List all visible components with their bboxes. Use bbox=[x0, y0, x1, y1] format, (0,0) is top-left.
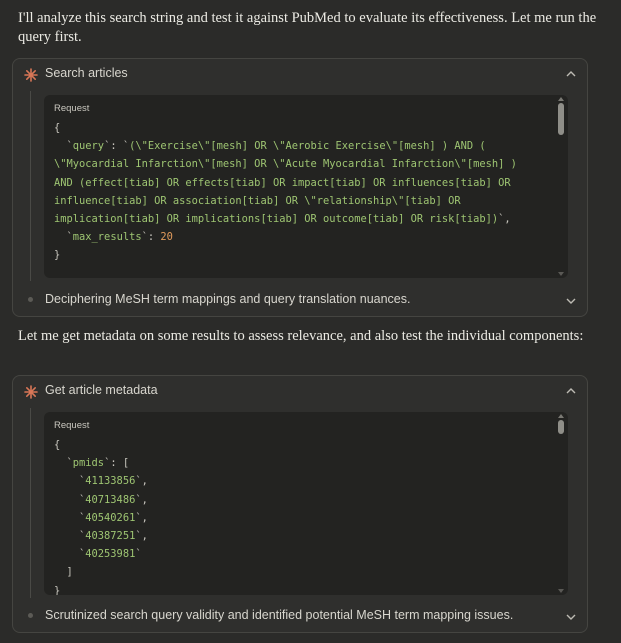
step-dot bbox=[28, 613, 33, 618]
request-box: Request { `query`: `(\"Exercise\"[mesh] … bbox=[44, 95, 568, 278]
thinking-summary-text: Deciphering MeSH term mappings and query… bbox=[45, 292, 411, 306]
max-results-value: 20 bbox=[160, 231, 173, 244]
request-code: { `query`: `(\"Exercise\"[mesh] OR \"Aer… bbox=[54, 122, 517, 262]
chevron-down-icon[interactable] bbox=[565, 295, 577, 307]
tool-title: Get article metadata bbox=[45, 383, 158, 397]
pmid-value: 40713486 bbox=[85, 493, 136, 506]
query-line: \"Myocardial Infarction\"[mesh] OR \"Acu… bbox=[54, 158, 517, 171]
pmid-value: 40540261 bbox=[85, 511, 136, 524]
scroll-thumb[interactable] bbox=[558, 420, 564, 434]
pmid-value: 40253981 bbox=[85, 548, 136, 561]
thinking-summary-1[interactable]: Deciphering MeSH term mappings and query… bbox=[13, 284, 587, 316]
timeline-rail bbox=[30, 91, 31, 281]
query-key: query bbox=[72, 140, 105, 153]
query-line: influence[tiab] OR association[tiab] OR … bbox=[54, 194, 461, 207]
tool-header-article-metadata[interactable]: Get article metadata bbox=[13, 376, 587, 408]
scroll-down-icon[interactable] bbox=[558, 589, 564, 593]
tool-header-search-articles[interactable]: Search articles bbox=[13, 59, 587, 91]
scroll-up-icon[interactable] bbox=[558, 414, 564, 418]
scroll-down-icon[interactable] bbox=[558, 272, 564, 276]
code-scrollbar[interactable] bbox=[558, 412, 564, 595]
scroll-up-icon[interactable] bbox=[558, 97, 564, 101]
tool-card-article-metadata: Get article metadata Request { `pmids`: … bbox=[12, 375, 588, 633]
request-box: Request { `pmids`: [ `41133856`, `407134… bbox=[44, 412, 568, 595]
chevron-up-icon[interactable] bbox=[565, 68, 577, 80]
pmids-key: pmids bbox=[72, 457, 105, 470]
request-label: Request bbox=[54, 103, 90, 114]
query-line: (\"Exercise\"[mesh] OR \"Aerobic Exercis… bbox=[129, 140, 486, 153]
timeline-rail bbox=[30, 408, 31, 598]
scroll-thumb[interactable] bbox=[558, 103, 564, 135]
pmid-value: 41133856 bbox=[85, 475, 136, 488]
request-code: { `pmids`: [ `41133856`, `40713486`, `40… bbox=[54, 439, 148, 595]
assistant-message-intro: I'll analyze this search string and test… bbox=[18, 10, 597, 45]
tool-title: Search articles bbox=[45, 66, 128, 80]
pmid-value: 40387251 bbox=[85, 530, 136, 543]
query-line: AND (effect[tiab] OR effects[tiab] OR im… bbox=[54, 176, 511, 189]
spark-icon bbox=[24, 385, 38, 399]
tool-card-search-articles: Search articles Request { `query`: `(\"E… bbox=[12, 58, 588, 317]
max-results-key: max_results bbox=[72, 231, 142, 244]
query-line: implication[tiab] OR implications[tiab] … bbox=[54, 213, 499, 226]
code-scrollbar[interactable] bbox=[558, 95, 564, 278]
chevron-down-icon[interactable] bbox=[565, 611, 577, 623]
request-label: Request bbox=[54, 420, 90, 431]
spark-icon bbox=[24, 68, 38, 82]
thinking-summary-2[interactable]: Scrutinized search query validity and id… bbox=[13, 600, 587, 632]
assistant-message-middle: Let me get metadata on some results to a… bbox=[18, 328, 584, 344]
step-dot bbox=[28, 297, 33, 302]
chevron-up-icon[interactable] bbox=[565, 385, 577, 397]
thinking-summary-text: Scrutinized search query validity and id… bbox=[45, 608, 514, 622]
